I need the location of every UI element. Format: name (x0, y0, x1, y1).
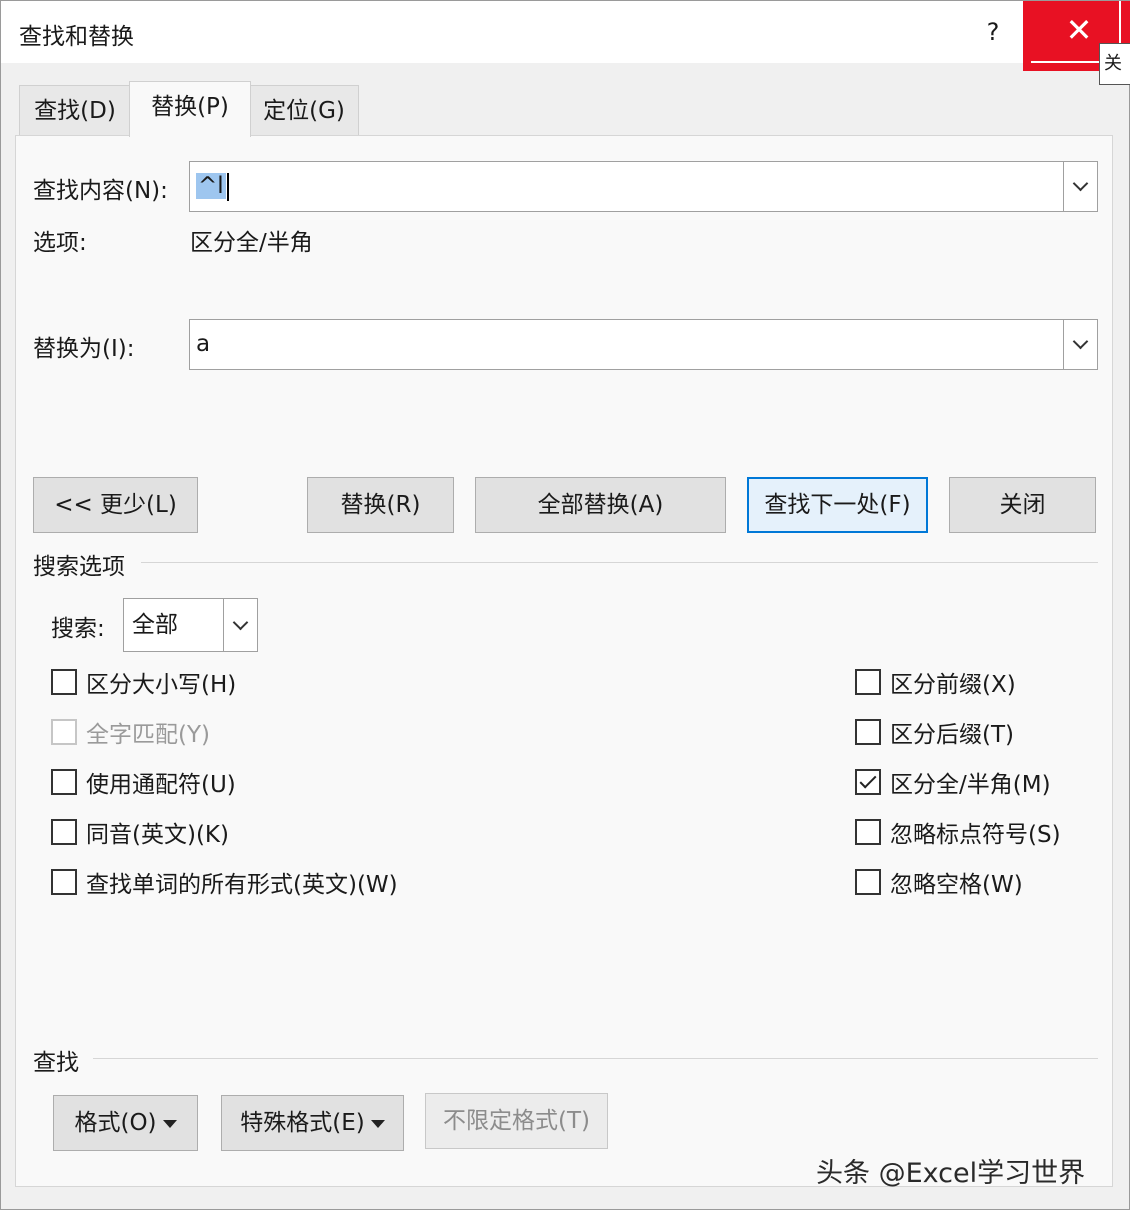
find-replace-dialog: 查找和替换 ? ✕ 关 查找(D) 替换(P) 定位(G) 查找内容(N): ^… (0, 0, 1130, 1210)
checkbox-whole-word: 全字匹配(Y) (51, 717, 210, 748)
checkbox-box[interactable] (855, 669, 881, 695)
checkbox-sounds-like[interactable]: 同音(英文)(K) (51, 817, 229, 848)
checkbox-label: 全字匹配(Y) (86, 722, 210, 748)
search-direction-dropdown-button[interactable] (223, 599, 257, 651)
format-button[interactable]: 格式(O) (53, 1095, 198, 1151)
close-icon: ✕ (1065, 11, 1093, 49)
find-next-button[interactable]: 查找下一处(F) (747, 477, 928, 533)
no-formatting-button: 不限定格式(T) (425, 1093, 608, 1149)
find-what-dropdown-button[interactable] (1063, 162, 1097, 211)
find-section-divider (93, 1058, 1098, 1059)
checkbox-label: 区分大小写(H) (86, 672, 237, 698)
special-format-button[interactable]: 特殊格式(E) (221, 1095, 404, 1151)
find-section-title: 查找 (33, 1050, 79, 1076)
checkbox-label: 区分前缀(X) (890, 672, 1016, 698)
find-what-value[interactable]: ^l (196, 162, 229, 211)
search-options-divider (141, 562, 1098, 563)
checkbox-label: 查找单词的所有形式(英文)(W) (86, 872, 398, 898)
chevron-down-icon (1072, 333, 1089, 350)
checkbox-box[interactable] (855, 819, 881, 845)
replace-all-button[interactable]: 全部替换(A) (475, 477, 726, 533)
special-format-button-label: 特殊格式(E) (240, 1110, 365, 1136)
checkbox-all-word-forms[interactable]: 查找单词的所有形式(英文)(W) (51, 867, 398, 898)
checkbox-label: 区分全/半角(M) (890, 772, 1051, 798)
checkbox-box[interactable] (51, 819, 77, 845)
chevron-down-icon (232, 614, 249, 630)
replace-with-combo[interactable]: a (189, 319, 1098, 370)
chevron-down-icon (1072, 175, 1089, 192)
dropdown-arrow-icon (162, 1119, 177, 1128)
format-button-label: 格式(O) (74, 1110, 157, 1136)
checkbox-box[interactable] (51, 669, 77, 695)
search-direction-value: 全部 (132, 612, 178, 638)
checkbox-label: 忽略空格(W) (890, 872, 1023, 898)
replace-with-dropdown-button[interactable] (1063, 320, 1097, 369)
dropdown-arrow-icon (370, 1119, 385, 1128)
checkbox-box[interactable] (51, 869, 77, 895)
text-caret (226, 172, 229, 201)
find-what-combo[interactable]: ^l (189, 161, 1098, 212)
less-button[interactable]: << 更少(L) (33, 477, 198, 533)
options-label: 选项: (33, 230, 87, 256)
dialog-title: 查找和替换 (19, 24, 134, 50)
tab-replace[interactable]: 替换(P) (129, 81, 251, 137)
search-direction-label: 搜索: (51, 616, 105, 642)
tab-find[interactable]: 查找(D) (19, 85, 131, 137)
replace-button[interactable]: 替换(R) (307, 477, 454, 533)
checkbox-ignore-spaces[interactable]: 忽略空格(W) (855, 867, 1023, 898)
search-options-title: 搜索选项 (33, 554, 125, 580)
checkbox-label: 同音(英文)(K) (86, 822, 229, 848)
checkbox-ignore-punctuation[interactable]: 忽略标点符号(S) (855, 817, 1061, 848)
checkbox-label: 区分后缀(T) (890, 722, 1014, 748)
replace-with-value[interactable]: a (196, 320, 210, 369)
options-value: 区分全/半角 (190, 230, 313, 256)
checkbox-match-width[interactable]: 区分全/半角(M) (855, 767, 1051, 798)
checkbox-match-suffix[interactable]: 区分后缀(T) (855, 717, 1014, 748)
tab-goto[interactable]: 定位(G) (249, 85, 359, 137)
watermark-text: 头条 @Excel学习世界 (816, 1158, 1086, 1189)
help-button[interactable]: ? (973, 11, 1013, 53)
checkmark-icon (859, 771, 877, 789)
checkbox-wildcards[interactable]: 使用通配符(U) (51, 767, 236, 798)
checkbox-label: 忽略标点符号(S) (890, 822, 1061, 848)
checkbox-box (51, 719, 77, 745)
tooltip: 关 (1099, 43, 1130, 85)
checkbox-box[interactable] (51, 769, 77, 795)
checkbox-match-prefix[interactable]: 区分前缀(X) (855, 667, 1016, 698)
checkbox-match-case[interactable]: 区分大小写(H) (51, 667, 237, 698)
search-direction-select[interactable]: 全部 (123, 598, 258, 652)
checkbox-label: 使用通配符(U) (86, 772, 236, 798)
replace-with-label: 替换为(I): (33, 336, 135, 362)
checkbox-box[interactable] (855, 719, 881, 745)
find-what-selection: ^l (196, 173, 226, 199)
find-what-label: 查找内容(N): (33, 178, 168, 204)
title-bar: 查找和替换 ? (1, 1, 1130, 63)
close-button[interactable]: 关闭 (949, 477, 1096, 533)
replace-tab-panel (15, 135, 1113, 1187)
checkbox-box[interactable] (855, 769, 881, 795)
checkbox-box[interactable] (855, 869, 881, 895)
